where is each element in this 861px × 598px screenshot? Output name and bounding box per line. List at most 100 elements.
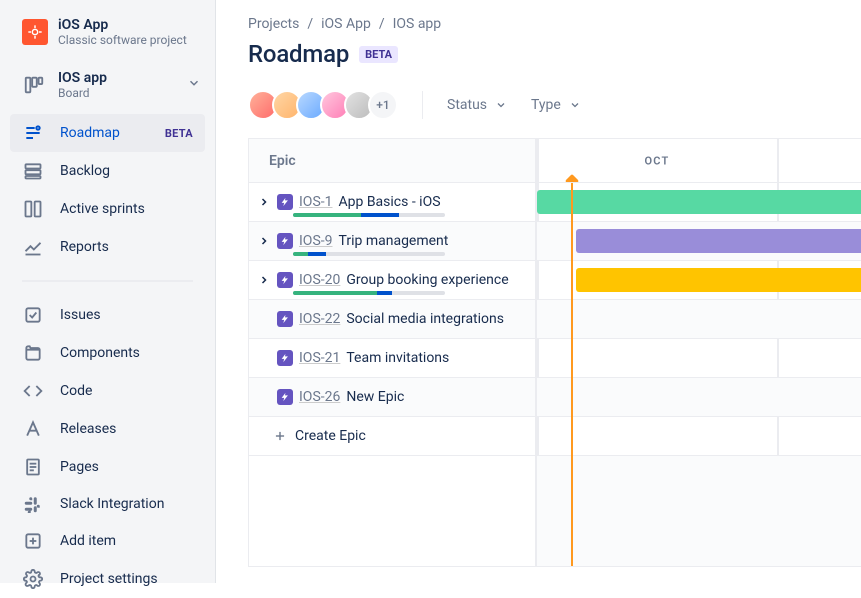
sidebar-item-code[interactable]: Code (10, 372, 205, 410)
filter-type[interactable]: Type (531, 97, 581, 113)
epic-row-left[interactable]: IOS-1 App Basics - iOS (249, 183, 537, 221)
sidebar-item-releases[interactable]: Releases (10, 410, 205, 448)
epic-row-timeline[interactable] (537, 378, 861, 416)
toolbar-divider (422, 91, 423, 119)
epic-icon (277, 311, 293, 327)
create-epic-label: Create Epic (295, 428, 366, 444)
epic-row-left[interactable]: IOS-9 Trip management (249, 222, 537, 260)
page-title: Roadmap (248, 40, 349, 68)
epic-row[interactable]: IOS-21 Team invitations (249, 339, 861, 378)
epic-row-left[interactable]: IOS-21 Team invitations (249, 339, 537, 377)
epic-row-timeline[interactable] (537, 261, 861, 299)
sidebar-item-label: Backlog (60, 163, 110, 179)
epic-key[interactable]: IOS-26 (299, 389, 340, 405)
sidebar-item-settings[interactable]: Project settings (10, 560, 205, 598)
sidebar-item-issues[interactable]: Issues (10, 296, 205, 334)
breadcrumb-project[interactable]: iOS App (321, 16, 371, 32)
epic-row[interactable]: IOS-9 Trip management (249, 222, 861, 261)
sidebar-item-backlog[interactable]: Backlog (10, 152, 205, 190)
epic-bar[interactable] (576, 268, 861, 292)
code-icon (22, 381, 44, 401)
sidebar-item-add[interactable]: Add item (10, 522, 205, 560)
create-epic-row[interactable]: Create Epic (249, 417, 861, 456)
epic-icon (277, 194, 293, 210)
add-icon (22, 531, 44, 551)
create-epic-cell[interactable]: Create Epic (249, 417, 537, 455)
sidebar-item-reports[interactable]: Reports (10, 228, 205, 266)
timeline-header: OCT (537, 139, 861, 182)
issues-icon (22, 305, 44, 325)
month-label: OCT (645, 154, 670, 167)
avatar-group[interactable]: +1 (248, 90, 398, 120)
epic-header-label: Epic (269, 153, 296, 169)
chevron-down-icon (495, 99, 507, 111)
avatar-more[interactable]: +1 (368, 90, 398, 120)
epic-row-left[interactable]: IOS-26 New Epic (249, 378, 537, 416)
board-icon (22, 73, 46, 97)
sidebar-item-slack[interactable]: Slack Integration (10, 486, 205, 522)
breadcrumb-projects[interactable]: Projects (248, 16, 299, 32)
project-subtitle: Classic software project (58, 33, 187, 47)
epic-progress (293, 291, 445, 295)
sidebar-item-components[interactable]: Components (10, 334, 205, 372)
sidebar-item-label: Issues (60, 307, 101, 323)
slack-icon (22, 495, 44, 513)
sidebar-item-roadmap[interactable]: Roadmap BETA (10, 114, 205, 152)
sidebar-item-label: Add item (60, 533, 116, 549)
beta-badge: BETA (359, 46, 398, 63)
breadcrumb-board[interactable]: IOS app (393, 16, 442, 32)
sprints-icon (22, 199, 44, 219)
sidebar-item-label: Releases (60, 421, 116, 437)
chevron-right-icon[interactable] (257, 274, 271, 286)
roadmap-grid: Epic OCT (248, 138, 861, 567)
sidebar-item-active-sprints[interactable]: Active sprints (10, 190, 205, 228)
board-switcher[interactable]: IOS app Board (0, 60, 215, 114)
epic-row[interactable]: IOS-1 App Basics - iOS (249, 183, 861, 222)
epic-row[interactable]: IOS-22 Social media integrations (249, 300, 861, 339)
releases-icon (22, 419, 44, 439)
backlog-icon (22, 161, 44, 181)
epic-row-left[interactable]: IOS-22 Social media integrations (249, 300, 537, 338)
breadcrumb-sep: / (307, 16, 313, 32)
create-epic-timeline (537, 417, 861, 455)
epic-column-header: Epic (249, 139, 537, 182)
gear-icon (22, 569, 44, 589)
epic-row-timeline[interactable] (537, 300, 861, 338)
sidebar-item-label: Code (60, 383, 92, 399)
epic-row-timeline[interactable] (537, 183, 861, 221)
breadcrumbs: Projects / iOS App / IOS app (248, 16, 861, 32)
filter-status-label: Status (447, 97, 487, 113)
sidebar-item-pages[interactable]: Pages (10, 448, 205, 486)
chevron-right-icon[interactable] (257, 235, 271, 247)
epic-key[interactable]: IOS-20 (299, 272, 340, 288)
filter-type-label: Type (531, 97, 561, 113)
breadcrumb-sep: / (379, 16, 385, 32)
epic-row-left[interactable]: IOS-20 Group booking experience (249, 261, 537, 299)
epic-bar[interactable] (576, 229, 861, 253)
sidebar-divider (22, 280, 193, 282)
sidebar-item-label: Pages (60, 459, 99, 475)
epic-row[interactable]: IOS-26 New Epic (249, 378, 861, 417)
epic-icon (277, 272, 293, 288)
epic-row-timeline[interactable] (537, 222, 861, 260)
roadmap-icon (22, 123, 44, 143)
epic-row[interactable]: IOS-20 Group booking experience (249, 261, 861, 300)
sidebar-item-badge: BETA (165, 127, 193, 140)
sidebar-item-label: Slack Integration (60, 496, 164, 512)
board-title: IOS app (58, 70, 107, 86)
epic-title: Trip management (339, 233, 449, 249)
epic-row-timeline[interactable] (537, 339, 861, 377)
epic-bar[interactable] (537, 190, 861, 214)
project-title: iOS App (58, 17, 187, 33)
sidebar-item-label: Roadmap (60, 125, 120, 141)
epic-key[interactable]: IOS-1 (299, 194, 333, 210)
filter-status[interactable]: Status (447, 97, 507, 113)
sidebar-item-label: Components (60, 345, 140, 361)
epic-key[interactable]: IOS-9 (299, 233, 333, 249)
chevron-right-icon[interactable] (257, 196, 271, 208)
chevron-down-icon (187, 76, 201, 94)
epic-key[interactable]: IOS-21 (299, 350, 340, 366)
epic-key[interactable]: IOS-22 (299, 311, 340, 327)
project-header: iOS App Classic software project (0, 14, 215, 60)
epic-icon (277, 350, 293, 366)
